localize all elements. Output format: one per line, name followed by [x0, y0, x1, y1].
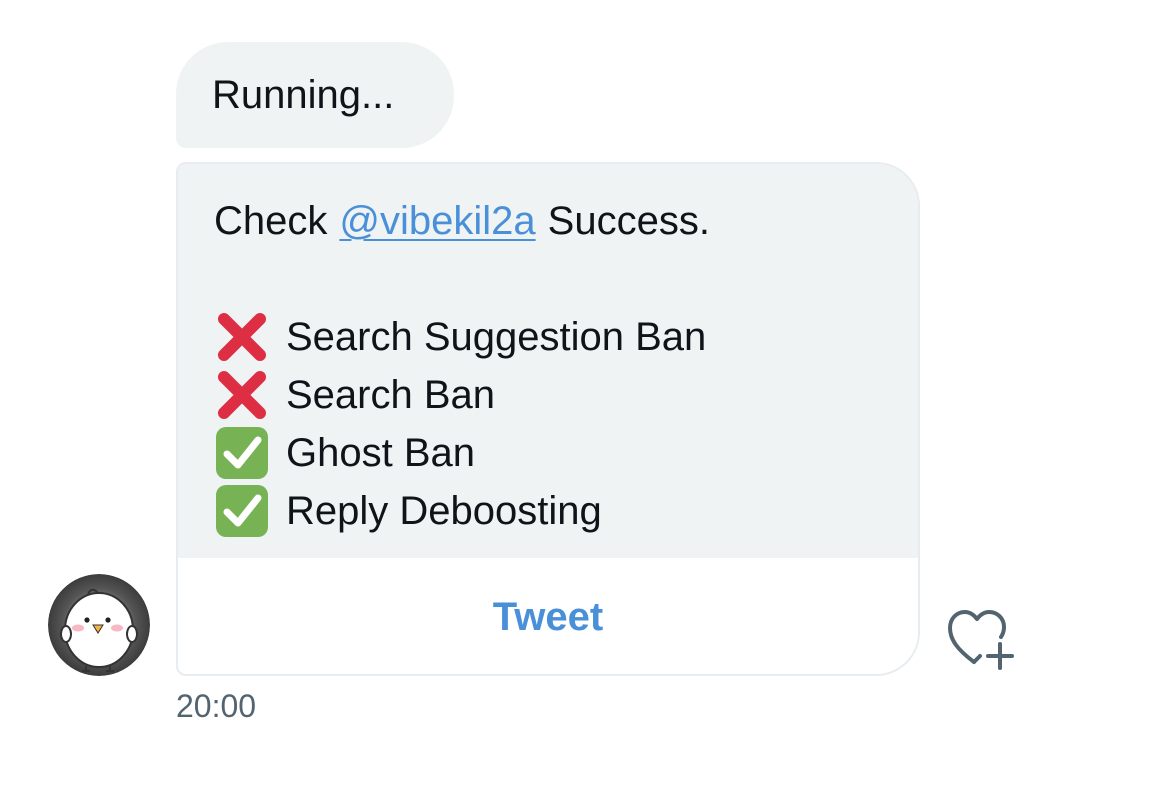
heart-plus-icon	[948, 610, 1014, 670]
check-status-line: Check @vibekil2a Success.	[214, 192, 918, 250]
check-suffix-text: Success.	[547, 199, 710, 243]
result-row: Search Suggestion Ban	[214, 308, 918, 366]
message-bubble-running: Running...	[176, 42, 454, 148]
message-timestamp: 20:00	[176, 688, 257, 724]
message-card: Check @vibekil2a Success. Search Suggest…	[176, 162, 920, 676]
cross-mark-icon	[218, 313, 266, 361]
check-mark-icon	[216, 485, 268, 537]
result-label: Ghost Ban	[286, 431, 476, 475]
tweet-button[interactable]: Tweet	[178, 558, 918, 674]
message-text: Running...	[212, 72, 395, 117]
check-mark-icon	[216, 427, 268, 479]
add-reaction-button[interactable]	[944, 606, 1020, 672]
result-label: Reply Deboosting	[286, 489, 602, 533]
bird-avatar-icon	[48, 574, 150, 676]
check-prefix-text: Check	[214, 199, 328, 243]
user-mention-link[interactable]: @vibekil2a	[339, 192, 535, 250]
message-card-body: Check @vibekil2a Success. Search Suggest…	[178, 164, 918, 558]
result-row: Reply Deboosting	[214, 482, 918, 540]
result-label: Search Suggestion Ban	[286, 315, 707, 359]
result-row: Ghost Ban	[214, 424, 918, 482]
result-row: Search Ban	[214, 366, 918, 424]
cross-mark-icon	[218, 371, 266, 419]
avatar[interactable]	[48, 574, 150, 676]
result-label: Search Ban	[286, 373, 496, 417]
